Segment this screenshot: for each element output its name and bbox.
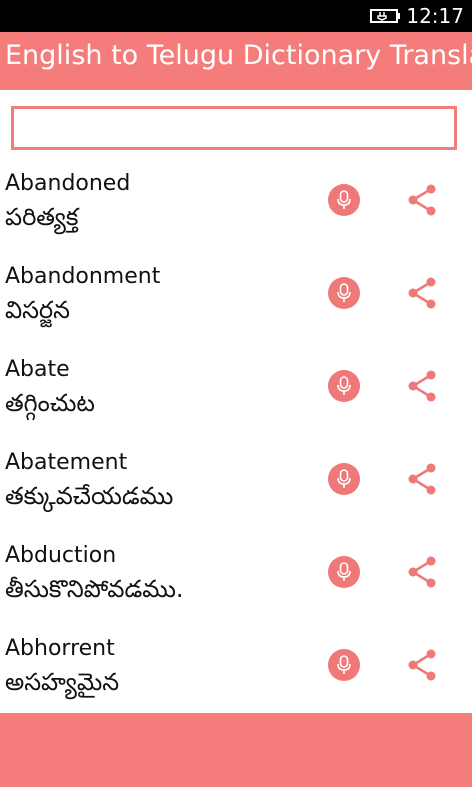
word-label: Abandoned xyxy=(5,171,131,196)
meaning-label: తక్కువచేయడము xyxy=(5,482,174,510)
share-button[interactable] xyxy=(404,182,440,218)
share-button[interactable] xyxy=(404,461,440,497)
microphone-icon xyxy=(337,376,351,395)
microphone-icon xyxy=(337,283,351,302)
meaning-label: అసహ్యమైన xyxy=(5,668,120,696)
list-item[interactable]: Abandonment విసర్జన xyxy=(0,258,472,351)
speak-button[interactable] xyxy=(328,649,360,681)
word-label: Abandonment xyxy=(5,264,161,289)
word-list: Abandoned పరిత్యక్త Abandonment విసర్జన xyxy=(0,165,472,723)
battery-charging-icon xyxy=(370,9,400,23)
search-box[interactable] xyxy=(11,106,457,150)
meaning-label: తీసుకొనిపోవడము. xyxy=(5,575,184,603)
list-item[interactable]: Abhorrent అసహ్యమైన xyxy=(0,630,472,723)
speak-button[interactable] xyxy=(328,277,360,309)
list-item[interactable]: Abatement తక్కువచేయడము xyxy=(0,444,472,537)
share-icon xyxy=(408,556,436,588)
share-button[interactable] xyxy=(404,275,440,311)
bottom-app-bar xyxy=(0,713,472,787)
share-icon xyxy=(408,370,436,402)
microphone-icon xyxy=(337,190,351,209)
word-label: Abate xyxy=(5,357,70,382)
share-icon xyxy=(408,463,436,495)
speak-button[interactable] xyxy=(328,556,360,588)
meaning-label: పరిత్యక్త xyxy=(5,203,79,231)
speak-button[interactable] xyxy=(328,184,360,216)
microphone-icon xyxy=(337,469,351,488)
word-label: Abduction xyxy=(5,543,117,568)
search-input[interactable] xyxy=(14,109,454,147)
list-item[interactable]: Abandoned పరిత్యక్త xyxy=(0,165,472,258)
list-item[interactable]: Abate తగ్గించుట xyxy=(0,351,472,444)
list-item[interactable]: Abduction తీసుకొనిపోవడము. xyxy=(0,537,472,630)
share-icon xyxy=(408,184,436,216)
status-time: 12:17 xyxy=(406,4,464,28)
word-label: Abhorrent xyxy=(5,636,115,661)
app-title: English to Telugu Dictionary Translator xyxy=(5,40,472,71)
share-button[interactable] xyxy=(404,647,440,683)
microphone-icon xyxy=(337,655,351,674)
meaning-label: విసర్జన xyxy=(5,296,70,324)
meaning-label: తగ్గించుట xyxy=(5,389,95,417)
microphone-icon xyxy=(337,562,351,581)
word-label: Abatement xyxy=(5,450,128,475)
share-icon xyxy=(408,277,436,309)
app-header: English to Telugu Dictionary Translator xyxy=(0,32,472,90)
share-icon xyxy=(408,649,436,681)
share-button[interactable] xyxy=(404,368,440,404)
speak-button[interactable] xyxy=(328,463,360,495)
speak-button[interactable] xyxy=(328,370,360,402)
share-button[interactable] xyxy=(404,554,440,590)
status-bar: 12:17 xyxy=(0,0,472,32)
